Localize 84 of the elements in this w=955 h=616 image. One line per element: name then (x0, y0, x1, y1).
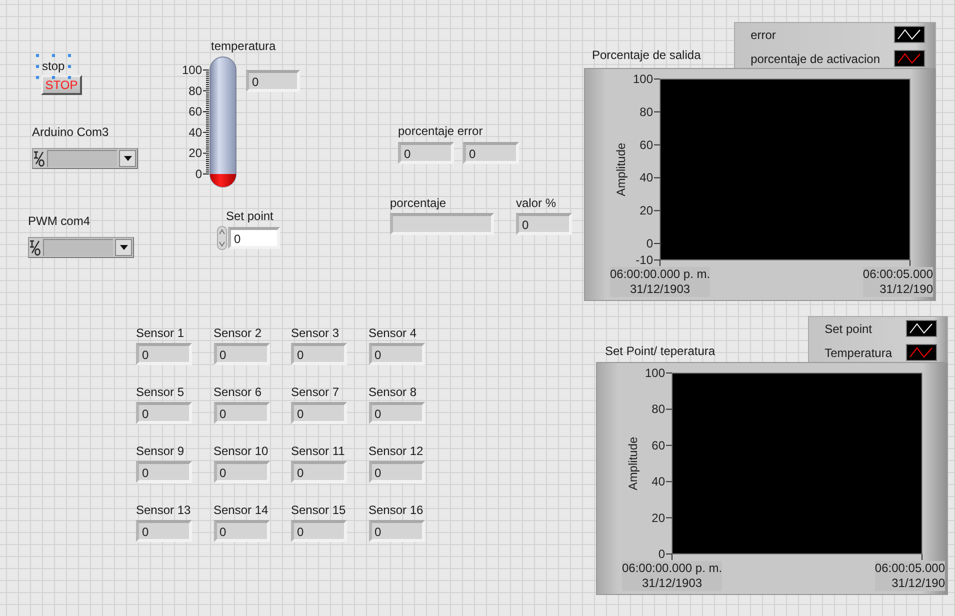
tick-label: 60 (640, 138, 653, 152)
control-label: temperatura (211, 39, 276, 53)
tick-label: 40 (652, 474, 665, 489)
dropdown-arrow-icon (124, 156, 132, 161)
control-label: Sensor 7 (291, 385, 340, 399)
control-label: Sensor 2 (214, 326, 263, 340)
tick-label: 100 (632, 72, 653, 86)
tick-label: 60 (652, 438, 665, 452)
resource-dropdown[interactable] (28, 237, 134, 258)
numeric-indicator: 0 (136, 461, 192, 483)
control-label: Sensor 3 (291, 326, 340, 340)
scale-label: 40 (188, 125, 202, 140)
legend-label: error (750, 28, 776, 42)
axis-label: Amplitude (626, 436, 640, 490)
numeric-indicator: 0 (136, 520, 192, 542)
tick-label: 06:00:00.000 p. m. 31/12/1903 (610, 267, 710, 297)
tick-label: 06:00:05.000 31/12/190 (862, 267, 933, 297)
control-label: Arduino Com3 (32, 125, 110, 139)
legend-label: porcentaje de activacion (750, 52, 880, 66)
selection-handles[interactable] (36, 54, 71, 79)
numeric-indicator: 0 (398, 142, 454, 164)
scale-label: 20 (188, 146, 202, 160)
scale-label: 80 (188, 84, 202, 98)
control-label: stop (42, 60, 65, 73)
numeric-indicator: 0 (516, 213, 572, 235)
io-resource-icon (29, 238, 42, 257)
tick-label: 20 (640, 204, 653, 218)
numeric-indicator: 0 (368, 402, 424, 424)
scale-label: 0 (195, 167, 202, 181)
control-label: Sensor 12 (368, 444, 424, 458)
tick-label: 06:00:00.000 p. m. 31/12/1903 (622, 561, 722, 591)
tick-label: 100 (644, 366, 665, 380)
scale-label: 100 (182, 63, 202, 77)
chart-title: Set Point/ teperatura (605, 344, 716, 358)
control-label: valor % (516, 196, 558, 210)
control-label: Sensor 9 (136, 444, 186, 458)
scale-label: 60 (188, 104, 202, 119)
numeric-indicator: 0 (368, 461, 424, 483)
numeric-indicator: 0 (463, 142, 519, 164)
numeric-indicator: 0 (368, 343, 424, 365)
tick-label: 20 (652, 510, 665, 525)
legend-label: Set point (824, 322, 872, 336)
numeric-indicator: 0 (368, 520, 424, 542)
tick-label: 0 (658, 547, 665, 561)
control-label: Sensor 8 (368, 385, 418, 399)
control-label: Sensor 15 (291, 503, 347, 517)
control-label: Sensor 6 (214, 385, 263, 399)
numeric-indicator: 0 (214, 343, 270, 365)
io-resource-icon (33, 149, 46, 168)
tick-label: 80 (652, 402, 665, 416)
tick-label: 40 (640, 170, 653, 185)
numeric-indicator: 0 (291, 520, 347, 542)
increment-decrement-icon[interactable] (217, 226, 227, 250)
control-label: Sensor 10 (214, 444, 270, 458)
numeric-indicator: 0 (291, 402, 347, 424)
control-label: Set point (226, 209, 274, 223)
chart-title: Porcentaje de salida (592, 48, 701, 62)
resource-dropdown[interactable] (32, 148, 138, 169)
numeric-control[interactable]: 0 (228, 227, 280, 249)
axis-label: Amplitude (614, 142, 628, 196)
control-label: porcentaje error (398, 124, 483, 138)
legend-label: Temperatura (824, 346, 892, 360)
control-label: Sensor 11 (291, 444, 346, 458)
numeric-indicator: 0 (214, 461, 270, 483)
numeric-indicator: 0 (246, 70, 300, 92)
control-label: Sensor 1 (136, 326, 186, 340)
tick-label: -10 (636, 253, 653, 267)
tick-label: 0 (646, 236, 653, 251)
tick-label: 06:00:05.000 31/12/190 (874, 561, 945, 591)
control-label: PWM com4 (28, 214, 92, 228)
numeric-indicator: 0 (214, 402, 270, 424)
dropdown-arrow-icon (120, 245, 128, 250)
control-label: Sensor 16 (368, 503, 424, 517)
numeric-indicator: 0 (291, 343, 347, 365)
control-label: Sensor 13 (136, 503, 192, 517)
numeric-indicator: 0 (136, 402, 192, 424)
control-label: Sensor 4 (368, 326, 418, 340)
numeric-indicator: 0 (291, 461, 347, 483)
numeric-indicator: 0 (214, 520, 270, 542)
control-label: porcentaje (390, 196, 448, 210)
control-label: Sensor 5 (136, 385, 186, 399)
control-label: Sensor 14 (214, 503, 270, 517)
numeric-indicator: 0 (136, 343, 192, 365)
tick-label: 80 (640, 104, 653, 119)
